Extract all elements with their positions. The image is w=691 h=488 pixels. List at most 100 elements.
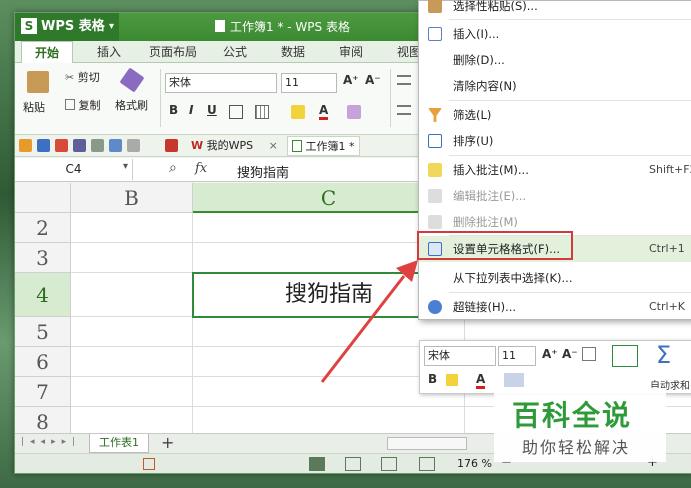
mini-font-color-button[interactable]: A bbox=[476, 372, 486, 389]
zoom-icon[interactable]: ⌕ bbox=[169, 160, 177, 176]
font-size-select[interactable]: 11 bbox=[281, 73, 337, 93]
row-header-5[interactable]: 5 bbox=[15, 317, 71, 347]
mini-font-name-select[interactable]: 宋体 bbox=[424, 346, 496, 366]
page-break-view-icon[interactable] bbox=[345, 457, 361, 471]
underline-button[interactable]: U bbox=[207, 103, 217, 117]
pin-icon[interactable] bbox=[165, 139, 178, 152]
ribbon-divider bbox=[160, 69, 161, 127]
add-sheet-button[interactable]: + bbox=[161, 433, 174, 452]
row-header-8[interactable]: 8 bbox=[15, 407, 71, 433]
menu-item-sort[interactable]: 排序(U) bbox=[419, 128, 691, 154]
column-header-b[interactable]: B bbox=[71, 183, 193, 213]
borders-icon[interactable] bbox=[229, 105, 243, 119]
menu-item-filter[interactable]: 筛选(L) bbox=[419, 102, 691, 128]
function-icon[interactable]: fx bbox=[195, 161, 207, 176]
zoom-level[interactable]: 176 % bbox=[457, 457, 492, 470]
print-icon[interactable] bbox=[73, 139, 86, 152]
mini-fill-color-icon[interactable] bbox=[446, 374, 458, 386]
wps-logo-icon: S bbox=[21, 18, 37, 34]
tab-data[interactable]: 数据 bbox=[269, 41, 317, 63]
open-icon[interactable] bbox=[19, 139, 32, 152]
horizontal-scrollbar[interactable] bbox=[387, 437, 467, 450]
autosum-icon[interactable]: Σ bbox=[656, 341, 671, 369]
print-preview-icon[interactable] bbox=[91, 139, 104, 152]
mini-merge-center-icon[interactable] bbox=[612, 345, 638, 367]
align-left-icon[interactable] bbox=[397, 105, 411, 115]
row-header-3[interactable]: 3 bbox=[15, 243, 71, 273]
row-header-6[interactable]: 6 bbox=[15, 347, 71, 377]
mini-format-icon[interactable] bbox=[582, 347, 596, 361]
font-color-button[interactable]: A bbox=[319, 103, 329, 120]
sheet-nav-arrows-icon[interactable]: |◂◂▸▸| bbox=[21, 437, 81, 447]
wps-w-icon: W bbox=[191, 139, 204, 152]
doc-tab-my-wps[interactable]: W 我的WPS × bbox=[187, 136, 282, 156]
menu-item-label: 排序(U) bbox=[453, 134, 494, 148]
undo-icon[interactable] bbox=[109, 139, 122, 152]
menu-item-label: 插入(I)... bbox=[453, 27, 500, 41]
bold-button[interactable]: B bbox=[169, 103, 178, 117]
sort-icon bbox=[428, 134, 442, 148]
copy-label: 复制 bbox=[78, 99, 101, 112]
more-icon[interactable] bbox=[127, 139, 140, 152]
export-pdf-icon[interactable] bbox=[55, 139, 68, 152]
menu-item-hyperlink[interactable]: 超链接(H)... Ctrl+K bbox=[419, 294, 691, 320]
copy-button[interactable]: 复制 bbox=[65, 97, 101, 113]
select-all-corner[interactable] bbox=[15, 183, 71, 213]
fill-color-icon[interactable] bbox=[291, 105, 305, 119]
menu-item-label: 筛选(L) bbox=[453, 108, 492, 122]
save-icon[interactable] bbox=[37, 139, 50, 152]
mini-font-size-select[interactable]: 11 bbox=[498, 346, 536, 366]
align-top-icon[interactable] bbox=[397, 75, 411, 85]
paste-button[interactable]: 粘贴 bbox=[23, 69, 53, 125]
row-header-4[interactable]: 4 bbox=[15, 273, 71, 317]
tab-review[interactable]: 审阅 bbox=[327, 41, 375, 63]
normal-view-icon[interactable] bbox=[309, 457, 325, 471]
menu-shortcut: Shift+F2 bbox=[649, 163, 691, 176]
window-title-text: 工作簿1 * - WPS 表格 bbox=[230, 20, 350, 34]
watermark: 百科全说 助你轻松解决 bbox=[494, 388, 666, 462]
grow-font-button[interactable]: A⁺ bbox=[343, 73, 359, 87]
row-header-2[interactable]: 2 bbox=[15, 213, 71, 243]
comment-icon bbox=[428, 163, 442, 177]
mini-shrink-font-button[interactable]: A⁻ bbox=[562, 347, 578, 361]
doc-tab-my-wps-label: 我的WPS bbox=[206, 139, 254, 152]
shrink-font-button[interactable]: A⁻ bbox=[365, 73, 381, 87]
font-name-select[interactable]: 宋体 bbox=[165, 73, 277, 93]
italic-button[interactable]: I bbox=[189, 103, 193, 117]
row-header-7[interactable]: 7 bbox=[15, 377, 71, 407]
doc-tab-workbook[interactable]: 工作簿1 * bbox=[287, 136, 360, 156]
scissors-icon: ✂ bbox=[65, 71, 75, 84]
menu-item-label: 清除内容(N) bbox=[453, 79, 517, 93]
tab-home[interactable]: 开始 bbox=[21, 41, 73, 64]
menu-separator bbox=[449, 100, 691, 101]
menu-item-label: 插入批注(M)... bbox=[453, 163, 529, 177]
name-box[interactable]: C4 bbox=[15, 159, 133, 180]
menu-item-clear-contents[interactable]: 清除内容(N) bbox=[419, 73, 691, 99]
formula-input[interactable]: 搜狗指南 bbox=[237, 162, 289, 181]
close-icon[interactable]: × bbox=[269, 139, 278, 152]
menu-item-pick-from-list[interactable]: 从下拉列表中选择(K)... bbox=[419, 265, 691, 291]
calendar-icon[interactable] bbox=[143, 458, 155, 470]
format-painter-button[interactable]: 格式刷 bbox=[115, 67, 151, 125]
menu-item-insert[interactable]: 插入(I)... bbox=[419, 21, 691, 47]
tab-formulas[interactable]: 公式 bbox=[211, 41, 259, 63]
tab-insert[interactable]: 插入 bbox=[85, 41, 133, 63]
cut-button[interactable]: ✂ 剪切 bbox=[65, 69, 100, 85]
chevron-down-icon: ▾ bbox=[109, 21, 115, 32]
clear-format-icon[interactable] bbox=[347, 105, 361, 119]
merge-cells-icon[interactable] bbox=[255, 105, 269, 119]
mini-bold-button[interactable]: B bbox=[428, 372, 437, 386]
menu-item-delete[interactable]: 删除(D)... bbox=[419, 47, 691, 73]
menu-item-paste-special[interactable]: 选择性粘贴(S)... bbox=[419, 0, 691, 19]
mini-border-icon[interactable] bbox=[504, 373, 524, 387]
tab-page-layout[interactable]: 页面布局 bbox=[141, 41, 205, 63]
paste-label: 粘贴 bbox=[23, 101, 45, 114]
menu-item-insert-comment[interactable]: 插入批注(M)... Shift+F2 bbox=[419, 157, 691, 183]
cut-label: 剪切 bbox=[77, 71, 100, 84]
mini-grow-font-button[interactable]: A⁺ bbox=[542, 347, 558, 361]
read-mode-icon[interactable] bbox=[419, 457, 435, 471]
app-menu-button[interactable]: S WPS 表格 ▾ bbox=[15, 13, 119, 41]
sheet-tab-active[interactable]: 工作表1 bbox=[89, 434, 149, 453]
page-layout-view-icon[interactable] bbox=[381, 457, 397, 471]
chevron-down-icon[interactable]: ▾ bbox=[123, 161, 128, 172]
